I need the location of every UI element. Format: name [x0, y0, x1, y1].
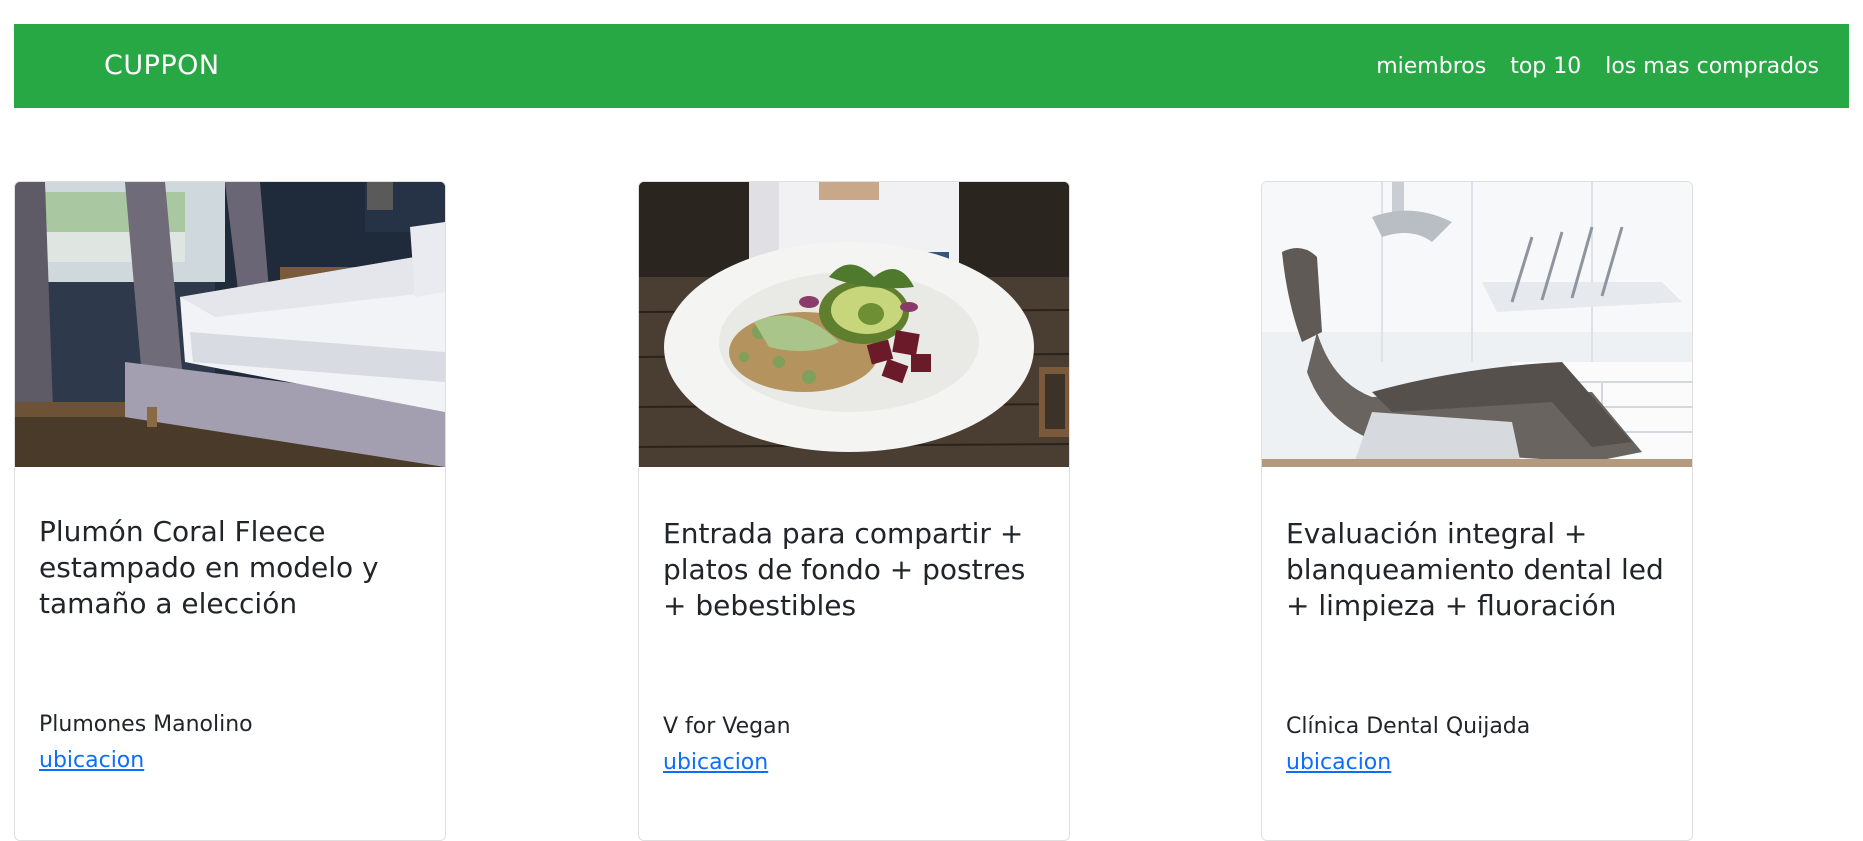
vegan-food-plate-photo[interactable]: [639, 182, 1069, 467]
top-navbar: CUPPON miembros top 10 los mas comprados: [14, 24, 1849, 108]
card-title: Evaluación integral + blanqueamiento den…: [1286, 517, 1664, 622]
ubicacion-link[interactable]: ubicacion: [1286, 750, 1391, 775]
brand-logo-link[interactable]: CUPPON: [104, 24, 220, 108]
bedroom-photo[interactable]: [15, 182, 445, 467]
nav-link-miembros[interactable]: miembros: [1376, 54, 1486, 79]
deal-card: Evaluación integral + blanqueamiento den…: [1261, 181, 1693, 841]
deal-card: Plumón Coral Fleece estampado en modelo …: [14, 181, 446, 841]
card-vendor: Plumones Manolino: [39, 712, 253, 737]
card-vendor: Clínica Dental Quijada: [1286, 714, 1531, 739]
dental-chair-photo[interactable]: [1262, 182, 1692, 467]
nav-link-top-10[interactable]: top 10: [1510, 54, 1581, 79]
card-title: Plumón Coral Fleece estampado en modelo …: [39, 515, 379, 620]
ubicacion-link[interactable]: ubicacion: [39, 748, 144, 773]
deal-card: Entrada para compartir + platos de fondo…: [638, 181, 1070, 841]
card-title: Entrada para compartir + platos de fondo…: [663, 517, 1026, 622]
nav-link-los-mas-comprados[interactable]: los mas comprados: [1605, 54, 1819, 79]
ubicacion-link[interactable]: ubicacion: [663, 750, 768, 775]
nav-links: miembros top 10 los mas comprados: [1376, 24, 1819, 108]
card-vendor: V for Vegan: [663, 714, 791, 739]
